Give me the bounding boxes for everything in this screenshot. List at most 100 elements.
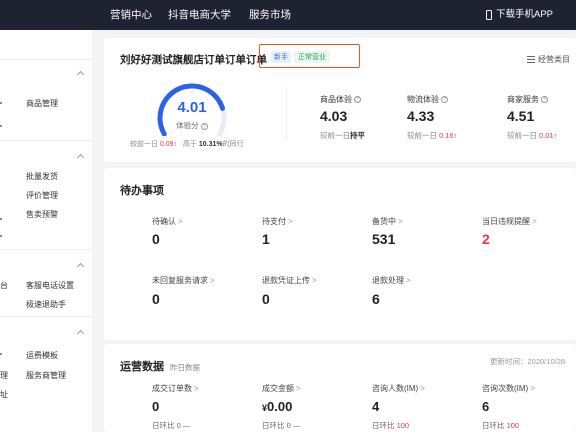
todo-label-text: 待确认 — [152, 217, 176, 226]
phone-icon — [486, 10, 492, 20]
ops-label-text: 咨询人数(IM) — [372, 384, 419, 393]
chevron-up-icon[interactable] — [76, 262, 85, 271]
compare-prefix: 较前一日 — [407, 131, 437, 140]
chevron-up-icon[interactable] — [76, 153, 85, 162]
ops-label-inquiry-users[interactable]: 咨询人数(IM) > — [372, 383, 425, 394]
todo-value-pending-payment[interactable]: 1 — [262, 231, 270, 247]
todo-value-refund-processing[interactable]: 6 — [372, 291, 380, 307]
todo-value-unreplied-service[interactable]: 0 — [152, 291, 160, 307]
ops-label-orders[interactable]: 成交订单数 > — [152, 383, 199, 394]
todo-label-text: 当日违规提醒 — [482, 217, 530, 226]
chevron-right-icon: > — [532, 217, 537, 226]
list-icon — [527, 56, 535, 63]
todo-item-refund-processing[interactable]: 退款处理 > — [372, 275, 411, 286]
metric-compare-logistics: 较前一日 0.16↑ — [407, 130, 457, 141]
sidebar-item-shipping-template[interactable]: 运费模板 — [26, 350, 58, 361]
metric-value-logistics: 4.33 — [407, 108, 435, 124]
ops-label-inquiry-count[interactable]: 咨询次数(IM) > — [482, 383, 535, 394]
metric-label-logistics: 物流体验 ? — [407, 94, 449, 105]
todo-label-text: 退款凭证上传 — [262, 276, 310, 285]
gmv-amount: 0.00 — [267, 399, 293, 414]
metric-compare-merchant-service: 较前一日 0.01↑ — [507, 130, 557, 141]
compare-prefix: 较前一日 — [130, 141, 158, 148]
info-icon[interactable]: ? — [441, 96, 449, 104]
compare-value: 100 — [506, 421, 520, 430]
shop-overview-card: 刘好好测试旗舰店订单订单订单 新手 正常营业 经营类目 4.01 体验分 ? 较… — [104, 38, 576, 162]
ops-label-gmv[interactable]: 成交金额 > — [262, 383, 301, 394]
rank-value: 10.31% — [198, 141, 223, 148]
nav-service-market[interactable]: 服务市场 — [249, 0, 291, 30]
todo-card: 待办事项 待确认 > 0 待支付 > 1 备货中 > 531 当日违规提醒 > 2 未回… — [104, 168, 576, 340]
sidebar-bullet — [0, 218, 2, 220]
business-category-link[interactable]: 经营类目 — [527, 54, 570, 65]
download-app-label: 下载手机APP — [496, 9, 554, 20]
todo-item-violation-reminder[interactable]: 当日违规提醒 > — [482, 216, 537, 227]
todo-item-pending-payment[interactable]: 待支付 > — [262, 216, 293, 227]
compare-value: 0.01 — [539, 131, 554, 140]
sidebar-divider — [0, 59, 92, 60]
sidebar-bullet — [0, 235, 2, 237]
sidebar: 商品管理 批量发货 评价管理 售卖预警 台 客服电话设置 极速退助手 运费模板 … — [0, 30, 92, 432]
arrow-up-icon: ↑ — [453, 131, 458, 140]
experience-score-value: 4.01 — [177, 99, 207, 116]
ops-label-text: 成交订单数 — [152, 384, 192, 393]
ops-value-orders: 0 — [152, 399, 160, 414]
metric-compare-product: 较前一日持平 — [320, 130, 365, 141]
sidebar-bullet — [0, 125, 2, 127]
experience-score-label: 体验分 ? — [156, 120, 228, 131]
ops-compare-inquiry-users: 日环比 100 — [372, 420, 409, 431]
metric-label-text: 商品体验 — [320, 95, 352, 104]
sidebar-item-fragment[interactable]: 址 — [0, 389, 8, 400]
info-icon[interactable]: ? — [541, 96, 549, 104]
top-navigation-bar: 营销中心 抖音电商大学 服务市场 下载手机APP — [0, 0, 576, 30]
ops-label-text: 咨询次数(IM) — [482, 384, 529, 393]
sidebar-item-sales-warning[interactable]: 售卖预警 — [26, 209, 58, 220]
chevron-up-icon[interactable] — [76, 329, 85, 338]
sidebar-item-fast-refund-assistant[interactable]: 极速退助手 — [26, 299, 66, 310]
download-app-link[interactable]: 下载手机APP — [486, 0, 553, 30]
todo-value-violation-reminder[interactable]: 2 — [482, 231, 490, 247]
todo-title: 待办事项 — [120, 185, 164, 197]
sidebar-divider — [0, 249, 92, 250]
sidebar-item-fragment[interactable]: 台 — [0, 280, 8, 291]
todo-value-refund-voucher[interactable]: 0 — [262, 291, 270, 307]
rank-prefix: 高于 — [182, 141, 197, 148]
compare-label: 日环比 — [152, 421, 175, 430]
nav-douyin-ecommerce-university[interactable]: 抖音电商大学 — [168, 0, 231, 30]
operations-card: 运营数据 昨日数据 更新时间：2020/10/28 成交订单数 > 0 日环比 0 … — [104, 344, 576, 432]
ops-value-inquiry-users: 4 — [372, 399, 380, 414]
nav-marketing-center[interactable]: 营销中心 — [110, 0, 152, 30]
ops-compare-inquiry-count: 日环比 100 — [482, 420, 519, 431]
chevron-right-icon: > — [288, 217, 293, 226]
arrow-up-icon: ↑ — [553, 131, 558, 140]
todo-value-preparing-stock[interactable]: 531 — [372, 231, 395, 247]
todo-item-refund-voucher[interactable]: 退款凭证上传 > — [262, 275, 317, 286]
todo-value-pending-confirm[interactable]: 0 — [152, 231, 160, 247]
compare-label: 日环比 — [262, 421, 285, 430]
compare-value: 0 — [176, 421, 181, 430]
info-icon[interactable]: ? — [354, 96, 362, 104]
metric-label-product: 商品体验 ? — [320, 94, 362, 105]
sidebar-divider — [0, 316, 92, 317]
todo-item-pending-confirm[interactable]: 待确认 > — [152, 216, 183, 227]
operations-subtitle: 昨日数据 — [170, 363, 200, 372]
ops-compare-gmv: 日环比 0 — — [262, 421, 301, 430]
todo-item-unreplied-service[interactable]: 未回复服务请求 > — [152, 275, 215, 286]
todo-item-preparing-stock[interactable]: 备货中 > — [372, 216, 403, 227]
info-icon[interactable]: ? — [200, 122, 208, 130]
sidebar-item-batch-shipping[interactable]: 批量发货 — [26, 171, 58, 182]
sidebar-item-fragment[interactable]: 理 — [0, 370, 8, 381]
metric-value-product: 4.03 — [320, 108, 348, 124]
chevron-right-icon: > — [398, 217, 403, 226]
compare-prefix: 较前一日 — [507, 131, 537, 140]
compare-label: 日环比 — [372, 421, 395, 430]
sidebar-item-service-provider-management[interactable]: 服务商管理 — [26, 370, 66, 381]
todo-label-text: 待支付 — [262, 217, 286, 226]
shop-name: 刘好好测试旗舰店订单订单订单 — [120, 54, 267, 66]
sidebar-item-customer-phone-settings[interactable]: 客服电话设置 — [26, 280, 74, 291]
chevron-up-icon[interactable] — [76, 70, 85, 79]
highlight-annotation-box — [259, 44, 360, 68]
sidebar-item-review-management[interactable]: 评价管理 — [26, 190, 58, 201]
sidebar-item-product-management[interactable]: 商品管理 — [26, 98, 58, 109]
chevron-right-icon: > — [406, 276, 411, 285]
